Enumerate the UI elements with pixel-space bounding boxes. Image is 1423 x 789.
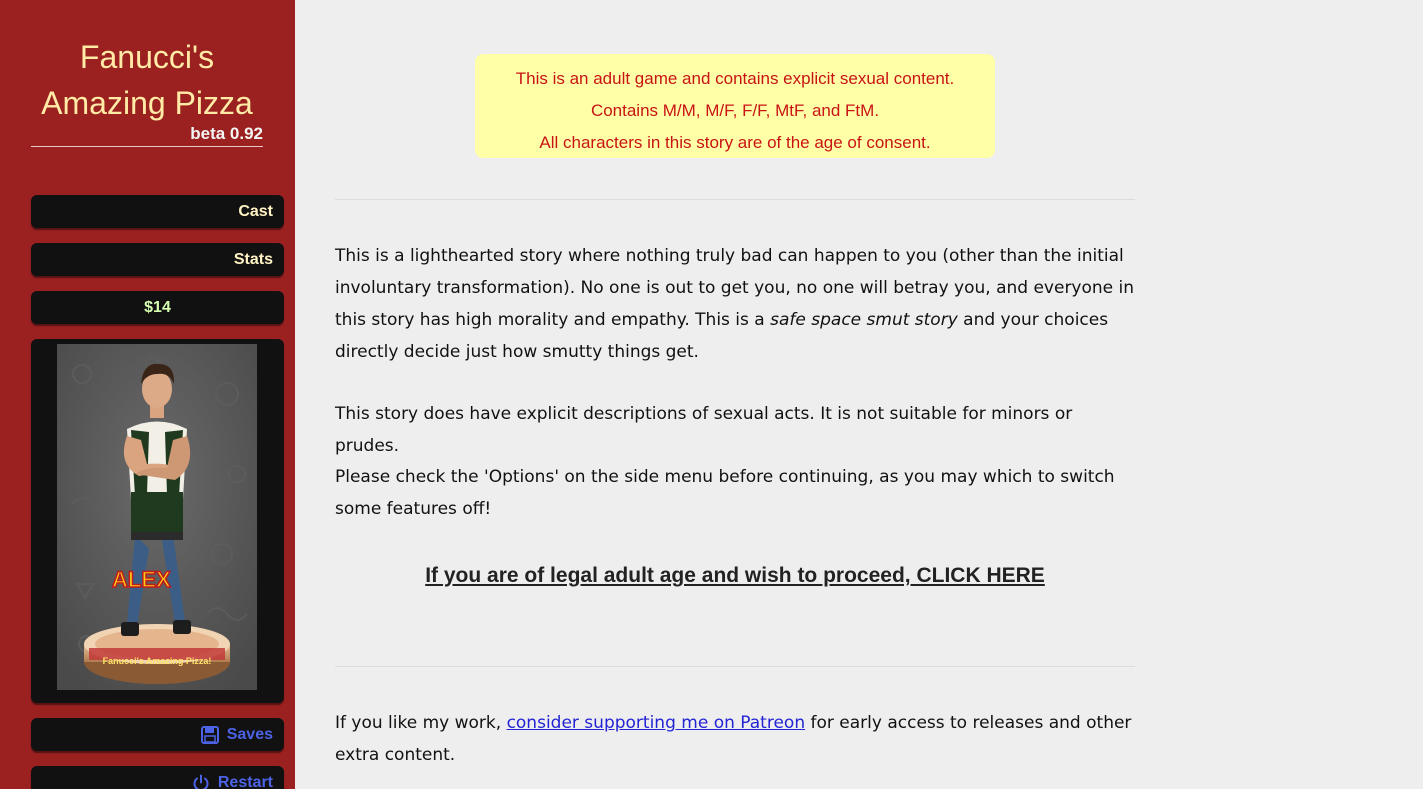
stats-button[interactable]: Stats [31, 243, 284, 276]
patreon-paragraph: If you like my work, consider supporting… [335, 707, 1135, 771]
character-name-tag: ALEX [112, 567, 171, 592]
patreon-text-start: If you like my work, [335, 713, 507, 733]
restart-button-label: Restart [217, 773, 273, 789]
sidebar: Fanucci's Amazing Pizza beta 0.92 Cast S… [0, 0, 295, 789]
warning-line-3: All characters in this story are of the … [539, 133, 931, 152]
floppy-disk-icon [200, 725, 219, 744]
divider-top [335, 199, 1135, 200]
divider-bottom [335, 666, 1135, 667]
intro-paragraph: This is a lighthearted story where nothi… [335, 240, 1135, 368]
patreon-link[interactable]: consider supporting me on Patreon [507, 713, 806, 733]
title-divider [31, 146, 263, 147]
saves-button-label: Saves [226, 725, 273, 743]
explicit-note: This story does have explicit descriptio… [335, 404, 1073, 456]
character-portrait-image: ALEX Fanucci's Amazing Pizza! [57, 344, 257, 690]
cast-button[interactable]: Cast [31, 195, 284, 228]
money-value: $14 [144, 298, 171, 316]
proceed-link[interactable]: If you are of legal adult age and wish t… [335, 560, 1135, 592]
portrait-panel: ALEX Fanucci's Amazing Pizza! [31, 339, 284, 703]
options-note: Please check the 'Options' on the side m… [335, 467, 1115, 519]
warning-line-1: This is an adult game and contains expli… [515, 69, 955, 88]
money-display: $14 [31, 291, 284, 324]
restart-button[interactable]: Restart [31, 766, 284, 789]
saves-button[interactable]: Saves [31, 718, 284, 751]
pedestal-text: Fanucci's Amazing Pizza! [103, 656, 212, 666]
version-label: beta 0.92 [190, 124, 263, 143]
warning-line-2: Contains M/M, M/F, F/F, MtF, and FtM. [590, 101, 880, 120]
cast-button-label: Cast [238, 202, 273, 220]
intro-emphasis: safe space smut story [770, 310, 958, 330]
stats-button-label: Stats [233, 250, 273, 268]
adult-content-warning: This is an adult game and contains expli… [475, 54, 995, 158]
story-title: Fanucci's Amazing Pizza [41, 39, 253, 121]
character-portrait: ALEX Fanucci's Amazing Pizza! [57, 344, 257, 690]
power-icon [192, 774, 210, 789]
